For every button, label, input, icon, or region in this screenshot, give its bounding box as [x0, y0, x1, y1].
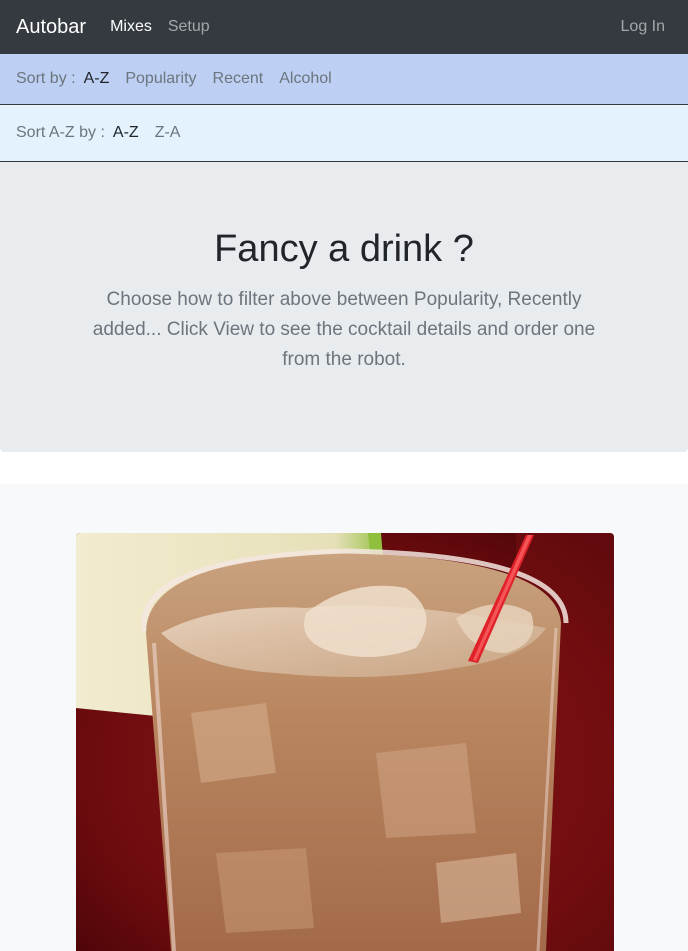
- sort-option-popularity[interactable]: Popularity: [125, 70, 196, 88]
- page-intro-text: Choose how to filter above between Popul…: [92, 289, 596, 370]
- sort-option-recent[interactable]: Recent: [213, 70, 264, 88]
- sort-order-bar: Sort A-Z by : A-Z Z-A: [0, 105, 688, 162]
- sort-option-alcohol[interactable]: Alcohol: [279, 70, 331, 88]
- navbar: Autobar Mixes Setup Log In: [0, 0, 688, 54]
- sort-order-z-a[interactable]: Z-A: [155, 124, 181, 142]
- cocktail-photo: [76, 533, 614, 951]
- brand-link[interactable]: Autobar: [16, 16, 86, 39]
- jumbotron: Fancy a drink ? Choose how to filter abo…: [0, 162, 688, 452]
- cocktail-album: [0, 484, 688, 951]
- page-title: Fancy a drink ?: [214, 228, 474, 270]
- sort-bar: Sort by : A-Z Popularity Recent Alcohol: [0, 54, 688, 105]
- sort-option-a-z[interactable]: A-Z: [84, 70, 110, 88]
- nav-link-mixes[interactable]: Mixes: [110, 18, 152, 36]
- cocktail-card-image[interactable]: [76, 533, 614, 951]
- sort-by-label: Sort by :: [16, 70, 76, 87]
- nav-link-setup[interactable]: Setup: [168, 18, 210, 36]
- sort-order-label: Sort A-Z by :: [16, 124, 105, 141]
- sort-order-a-z[interactable]: A-Z: [113, 124, 139, 142]
- login-link[interactable]: Log In: [621, 18, 665, 36]
- section-gap: [0, 452, 688, 484]
